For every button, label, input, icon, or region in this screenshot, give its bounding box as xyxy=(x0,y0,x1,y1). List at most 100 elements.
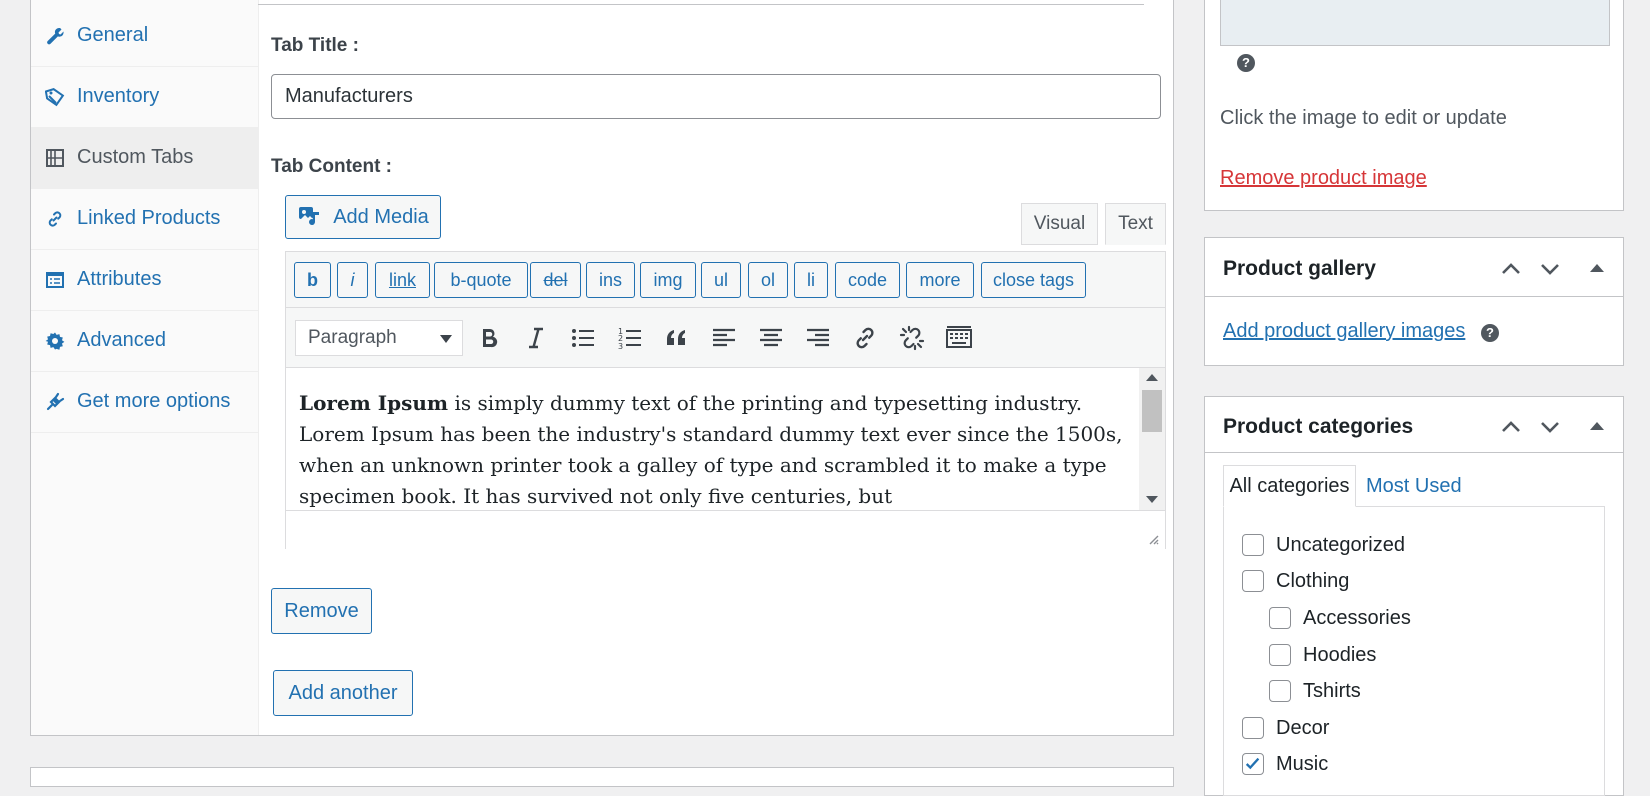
category-checkbox[interactable] xyxy=(1269,680,1291,702)
qt-more-button[interactable]: more xyxy=(906,262,974,298)
qt-ul-button[interactable]: ul xyxy=(701,262,741,298)
category-checkbox[interactable] xyxy=(1242,717,1264,739)
add-media-button[interactable]: Add Media xyxy=(285,195,441,239)
collapse-toggle-icon[interactable] xyxy=(1585,415,1609,439)
tab-get-more-options[interactable]: Get more options xyxy=(31,372,258,433)
paragraph-format-select[interactable]: Paragraph xyxy=(295,320,463,356)
qt-link-button[interactable]: link xyxy=(375,262,430,298)
category-label: Tshirts xyxy=(1303,680,1361,702)
product-categories-title: Product categories xyxy=(1223,415,1414,438)
formatting-toolbar: Paragraph 123 xyxy=(286,308,1165,368)
remove-product-image-link[interactable]: Remove product image xyxy=(1220,167,1427,190)
move-down-icon[interactable] xyxy=(1538,415,1562,439)
tab-general[interactable]: General xyxy=(31,6,258,67)
chevron-down-icon xyxy=(440,335,452,343)
numbered-list-icon[interactable]: 123 xyxy=(617,325,643,351)
tab-title-label: Tab Title : xyxy=(271,35,359,56)
tab-most-used[interactable]: Most Used xyxy=(1366,465,1462,507)
plugin-icon xyxy=(45,392,65,412)
scroll-thumb[interactable] xyxy=(1142,390,1162,432)
category-checkbox[interactable] xyxy=(1269,607,1291,629)
qt-ol-button[interactable]: ol xyxy=(748,262,788,298)
move-up-icon[interactable] xyxy=(1499,257,1523,281)
tab-advanced[interactable]: Advanced xyxy=(31,311,258,372)
tab-label: General xyxy=(77,24,149,46)
qt-li-button[interactable]: li xyxy=(794,262,828,298)
tab-title-input[interactable] xyxy=(271,74,1161,119)
tab-label: Advanced xyxy=(77,329,166,351)
quicktags-toolbar: b i link b-quote del ins img ul ol li co… xyxy=(286,252,1165,308)
qt-ins-button[interactable]: ins xyxy=(586,262,635,298)
product-image-hint: Click the image to edit or update xyxy=(1220,107,1507,129)
category-label: Clothing xyxy=(1276,570,1350,592)
tab-label: Custom Tabs xyxy=(77,146,194,168)
product-categories-header: Product categories xyxy=(1205,397,1623,453)
move-up-icon[interactable] xyxy=(1499,415,1523,439)
tab-custom-tabs[interactable]: Custom Tabs xyxy=(31,128,258,189)
add-gallery-images-link[interactable]: Add product gallery images xyxy=(1223,320,1465,343)
help-icon[interactable]: ? xyxy=(1237,54,1255,72)
next-panel xyxy=(30,767,1174,787)
tab-attributes[interactable]: Attributes xyxy=(31,250,258,311)
help-icon[interactable]: ? xyxy=(1481,324,1499,342)
category-label: Music xyxy=(1276,753,1329,775)
unlink-icon[interactable] xyxy=(899,325,925,351)
tab-label: Attributes xyxy=(77,268,162,290)
category-label: Decor xyxy=(1276,717,1330,739)
align-center-icon[interactable] xyxy=(758,325,784,351)
add-another-button[interactable]: Add another xyxy=(273,670,413,716)
qt-bquote-button[interactable]: b-quote xyxy=(434,262,528,298)
qt-del-button[interactable]: del xyxy=(530,262,581,298)
editor-content[interactable]: Lorem Ipsum is simply dummy text of the … xyxy=(286,368,1165,510)
editor-scrollbar[interactable] xyxy=(1139,368,1165,510)
resize-handle-icon[interactable] xyxy=(1147,532,1159,545)
qt-bold-button[interactable]: b xyxy=(294,262,331,298)
qt-img-button[interactable]: img xyxy=(640,262,696,298)
wrench-icon xyxy=(45,26,65,46)
gear-icon xyxy=(45,331,65,351)
tab-inventory[interactable]: Inventory xyxy=(31,67,258,128)
media-icon xyxy=(297,204,323,230)
product-image-thumbnail[interactable] xyxy=(1220,0,1610,46)
move-down-icon[interactable] xyxy=(1538,257,1562,281)
italic-icon[interactable] xyxy=(523,325,549,351)
blockquote-icon[interactable] xyxy=(664,325,690,351)
tag-icon xyxy=(44,87,65,107)
editor-tab-visual[interactable]: Visual xyxy=(1021,203,1098,245)
product-gallery-title: Product gallery xyxy=(1223,257,1376,280)
category-label: Uncategorized xyxy=(1276,534,1405,556)
category-checkbox-checked[interactable] xyxy=(1242,753,1264,775)
tab-label: Linked Products xyxy=(77,207,221,229)
collapse-toggle-icon[interactable] xyxy=(1585,257,1609,281)
qt-code-button[interactable]: code xyxy=(835,262,900,298)
checkmark-icon xyxy=(1245,757,1260,770)
category-checkbox[interactable] xyxy=(1242,534,1264,556)
product-image-box: ? Click the image to edit or update Remo… xyxy=(1204,0,1624,211)
toolbar-toggle-icon[interactable] xyxy=(946,325,972,351)
add-media-label: Add Media xyxy=(333,205,429,228)
link-icon xyxy=(45,209,65,229)
insert-link-icon[interactable] xyxy=(852,325,878,351)
product-gallery-header: Product gallery xyxy=(1205,238,1623,297)
scroll-down-icon[interactable] xyxy=(1146,496,1158,503)
bold-icon[interactable] xyxy=(476,325,502,351)
qt-close-tags-button[interactable]: close tags xyxy=(981,262,1086,298)
tab-linked-products[interactable]: Linked Products xyxy=(31,189,258,250)
align-left-icon[interactable] xyxy=(711,325,737,351)
align-right-icon[interactable] xyxy=(805,325,831,351)
editor-tab-text[interactable]: Text xyxy=(1105,203,1166,245)
qt-italic-button[interactable]: i xyxy=(337,262,368,298)
product-data-tabs: General Inventory Custom Tabs Linked Pro… xyxy=(31,0,259,735)
category-label: Accessories xyxy=(1303,607,1411,629)
scroll-up-icon[interactable] xyxy=(1146,374,1158,381)
svg-text:3: 3 xyxy=(618,342,623,351)
remove-tab-button[interactable]: Remove xyxy=(271,588,372,634)
format-select-value: Paragraph xyxy=(308,327,397,348)
tab-all-categories[interactable]: All categories xyxy=(1223,465,1356,507)
category-checkbox[interactable] xyxy=(1242,570,1264,592)
category-label: Hoodies xyxy=(1303,644,1377,666)
category-checkbox[interactable] xyxy=(1269,644,1291,666)
divider xyxy=(258,4,1144,5)
bullet-list-icon[interactable] xyxy=(570,325,596,351)
text-editor: b i link b-quote del ins img ul ol li co… xyxy=(285,251,1166,549)
